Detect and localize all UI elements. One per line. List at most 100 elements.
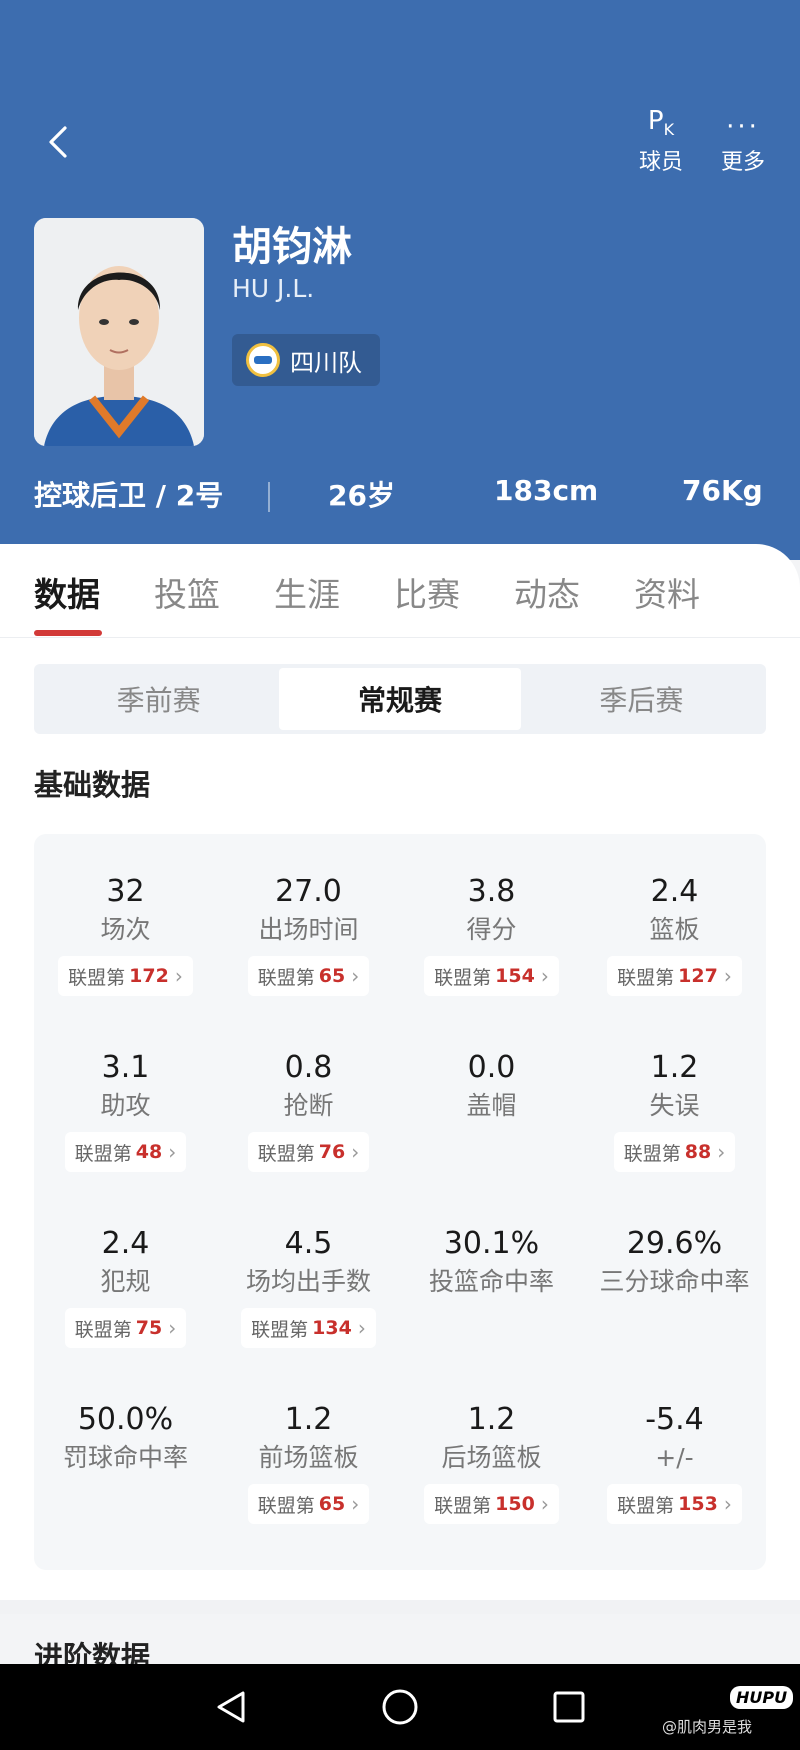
stats-card: 数据 投篮 生涯 比赛 动态 资料 季前赛 常规赛 季后赛 基础数据 32 场次联… (0, 544, 800, 1674)
season-playoffs[interactable]: 季后赛 (521, 668, 762, 730)
stat-value: 27.0 (275, 874, 342, 909)
basic-stats-grid: 32 场次 联盟第 172 › 27.0 出场时间 联盟第 65 › 3.8 得分 联盟第 154 › 2.4… (34, 834, 766, 1570)
stat-label: 后场篮板 (441, 1443, 542, 1472)
stat-cell: 2.4 犯规联盟第 75 › (34, 1226, 217, 1348)
team-logo-icon (246, 343, 280, 377)
chevron-right-icon: › (351, 1140, 360, 1164)
stat-cell: 1.2 前场篮板 联盟第 65 › (217, 1402, 400, 1524)
player-header: PK 球员 ··· 更多 胡钧淋 HU J.L. 四川队 控球后卫 / 2号 2… (0, 0, 800, 560)
chevron-right-icon: › (723, 964, 732, 988)
player-english-name: HU J.L. (232, 274, 315, 303)
nav-recents-button[interactable] (546, 1684, 592, 1730)
chevron-right-icon: › (174, 964, 183, 988)
more-button[interactable]: ··· 更多 (708, 104, 778, 176)
league-rank-button[interactable]: 联盟第 172 › (58, 956, 193, 996)
stat-label: 得分 (466, 915, 517, 944)
stat-cell: -5.4 +/- 联盟第 153 › (583, 1402, 766, 1524)
info-divider (268, 482, 270, 512)
league-rank-button[interactable]: 联盟第 88 › (613, 1132, 736, 1172)
stat-value: 30.1% (443, 1226, 540, 1261)
stat-label: 场次 (100, 915, 151, 944)
stat-label: 盖帽 (466, 1091, 517, 1120)
stat-cell: 27.0 出场时间 联盟第 65 › (217, 874, 400, 996)
stat-label: 三分球命中率 (599, 1267, 750, 1296)
league-rank-button[interactable]: 联盟第 134 › (241, 1308, 376, 1348)
league-rank-prefix: 联盟第 (623, 1142, 681, 1165)
pk-player-label: 球员 (638, 150, 683, 175)
stat-value: 1.2 (284, 1402, 333, 1437)
league-rank-number: 134 (312, 1317, 352, 1339)
nav-recents-icon (553, 1691, 585, 1723)
league-rank-button[interactable]: 联盟第 76 › (247, 1132, 370, 1172)
stat-cell: 1.2 失误 联盟第 88 › (583, 1050, 766, 1172)
league-rank-button[interactable]: 联盟第 65 › (247, 956, 370, 996)
league-rank-prefix: 联盟第 (74, 1318, 132, 1341)
season-regular[interactable]: 常规赛 (279, 668, 521, 730)
season-toggle: 季前赛 常规赛 季后赛 (34, 664, 766, 734)
hupu-watermark-logo: HUPU (730, 1686, 794, 1709)
more-dots-icon: ··· (726, 112, 760, 142)
league-rank-prefix: 联盟第 (434, 966, 492, 989)
back-button[interactable] (36, 120, 80, 164)
chevron-right-icon: › (540, 1492, 549, 1516)
stat-cell: 32 场次 联盟第 172 › (34, 874, 217, 996)
tab-profile[interactable]: 资料 (634, 568, 700, 616)
chevron-right-icon: › (723, 1492, 732, 1516)
stat-label: 抢断 (283, 1091, 334, 1120)
player-weight: 76Kg (682, 474, 763, 507)
tab-career[interactable]: 生涯 (274, 568, 340, 616)
stat-cell: 3.1 助攻 联盟第 48 › (34, 1050, 217, 1172)
stat-cell: 4.5 场均出手数 联盟第 134 › (217, 1226, 400, 1348)
stat-cell: 29.6% 三分球命中率 (583, 1226, 766, 1298)
league-rank-button[interactable]: 联盟第 154 › (424, 956, 559, 996)
pk-player-button[interactable]: PK 球员 (626, 104, 696, 176)
league-rank-prefix: 联盟第 (68, 966, 126, 989)
league-rank-button[interactable]: 联盟第 65 › (247, 1484, 370, 1524)
tab-bar: 数据 投篮 生涯 比赛 动态 资料 (0, 544, 800, 638)
stat-value: 2.4 (101, 1226, 150, 1261)
tab-games[interactable]: 比赛 (394, 568, 460, 616)
more-label: 更多 (720, 150, 765, 175)
stat-value: -5.4 (645, 1402, 704, 1437)
league-rank-button[interactable]: 联盟第 48 › (64, 1132, 187, 1172)
chevron-right-icon: › (168, 1316, 177, 1340)
stat-label: 犯规 (100, 1267, 151, 1296)
stat-label: 投篮命中率 (428, 1267, 554, 1296)
stat-label: 场均出手数 (245, 1267, 371, 1296)
chevron-right-icon: › (351, 1492, 360, 1516)
league-rank-number: 48 (135, 1141, 163, 1163)
stat-value: 0.0 (467, 1050, 516, 1085)
nav-home-button[interactable] (377, 1684, 423, 1730)
player-avatar-icon (34, 218, 204, 446)
tab-news[interactable]: 动态 (514, 568, 580, 616)
league-rank-number: 65 (318, 965, 346, 987)
league-rank-number: 88 (684, 1141, 712, 1163)
stat-cell: 30.1% 投篮命中率 (400, 1226, 583, 1298)
tab-shooting[interactable]: 投篮 (154, 568, 220, 616)
team-badge[interactable]: 四川队 (232, 334, 380, 386)
watermark-text: @肌肉男是我 (662, 1718, 753, 1736)
league-rank-button[interactable]: 联盟第 75 › (64, 1308, 187, 1348)
league-rank-number: 154 (495, 965, 535, 987)
league-rank-number: 65 (318, 1493, 346, 1515)
season-preseason[interactable]: 季前赛 (38, 668, 279, 730)
tab-data[interactable]: 数据 (34, 568, 100, 616)
league-rank-button[interactable]: 联盟第 127 › (607, 956, 742, 996)
league-rank-number: 150 (495, 1493, 535, 1515)
league-rank-prefix: 联盟第 (257, 966, 315, 989)
stat-value: 1.2 (650, 1050, 699, 1085)
league-rank-prefix: 联盟第 (434, 1494, 492, 1517)
league-rank-button[interactable]: 联盟第 153 › (607, 1484, 742, 1524)
league-rank-prefix: 联盟第 (257, 1142, 315, 1165)
league-rank-number: 127 (678, 965, 718, 987)
section-divider (0, 1600, 800, 1614)
stat-cell: 3.8 得分 联盟第 154 › (400, 874, 583, 996)
position-number: 控球后卫 / 2号 (34, 479, 224, 512)
league-rank-prefix: 联盟第 (251, 1318, 309, 1341)
nav-back-button[interactable] (208, 1684, 254, 1730)
league-rank-number: 75 (135, 1317, 163, 1339)
league-rank-button[interactable]: 联盟第 150 › (424, 1484, 559, 1524)
league-rank-number: 172 (129, 965, 169, 987)
chevron-left-icon (49, 126, 67, 158)
stat-cell: 50.0% 罚球命中率 (34, 1402, 217, 1474)
